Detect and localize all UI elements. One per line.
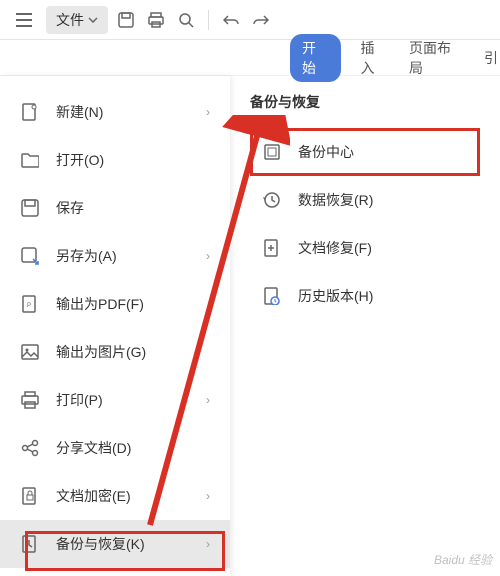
menu-label: 输出为图片(G) xyxy=(56,342,210,362)
file-menu-button[interactable]: 文件 xyxy=(46,6,108,34)
menu-label: 备份与恢复(K) xyxy=(56,534,190,554)
chevron-right-icon: › xyxy=(206,393,210,407)
workspace: 新建(N) › 打开(O) 保存 另存为(A) › P 输出为PDF(F) 输出… xyxy=(0,76,500,576)
submenu-data-recovery[interactable]: 数据恢复(R) xyxy=(250,176,480,224)
repair-icon xyxy=(262,238,282,258)
menu-new[interactable]: 新建(N) › xyxy=(0,88,230,136)
menu-share[interactable]: 分享文档(D) xyxy=(0,424,230,472)
menu-button[interactable] xyxy=(8,9,40,31)
pdf-icon: P xyxy=(20,294,40,314)
submenu-label: 文档修复(F) xyxy=(298,238,372,258)
save-as-icon xyxy=(20,246,40,266)
submenu-label: 历史版本(H) xyxy=(298,286,373,306)
lock-icon xyxy=(20,486,40,506)
chevron-right-icon: › xyxy=(206,489,210,503)
save-icon[interactable] xyxy=(114,8,138,32)
chevron-down-icon xyxy=(88,17,98,23)
tab-insert[interactable]: 插入 xyxy=(359,34,390,82)
new-icon xyxy=(20,102,40,122)
save-icon xyxy=(20,198,40,218)
image-icon xyxy=(20,342,40,362)
print-icon xyxy=(20,390,40,410)
undo-icon[interactable] xyxy=(219,8,243,32)
menu-label: 另存为(A) xyxy=(56,246,190,266)
submenu-history[interactable]: 历史版本(H) xyxy=(250,272,480,320)
menu-encrypt[interactable]: 文档加密(E) › xyxy=(0,472,230,520)
submenu-label: 备份中心 xyxy=(298,142,354,162)
backup-center-icon xyxy=(262,142,282,162)
tab-layout[interactable]: 页面布局 xyxy=(407,34,464,82)
menu-export-pdf[interactable]: P 输出为PDF(F) xyxy=(0,280,230,328)
backup-icon xyxy=(20,534,40,554)
submenu-backup: 备份与恢复 备份中心 数据恢复(R) 文档修复(F) 历史版本(H) xyxy=(230,76,500,576)
recovery-icon xyxy=(262,190,282,210)
menu-open[interactable]: 打开(O) xyxy=(0,136,230,184)
divider xyxy=(208,10,209,30)
watermark: Baidu 经验 xyxy=(434,551,492,568)
menu-label: 分享文档(D) xyxy=(56,438,210,458)
submenu-doc-repair[interactable]: 文档修复(F) xyxy=(250,224,480,272)
share-icon xyxy=(20,438,40,458)
history-icon xyxy=(262,286,282,306)
tab-start[interactable]: 开始 xyxy=(290,34,341,82)
file-label: 文件 xyxy=(56,10,84,30)
menu-label: 输出为PDF(F) xyxy=(56,294,210,314)
menu-save-as[interactable]: 另存为(A) › xyxy=(0,232,230,280)
file-menu: 新建(N) › 打开(O) 保存 另存为(A) › P 输出为PDF(F) 输出… xyxy=(0,76,230,576)
menu-export-image[interactable]: 输出为图片(G) xyxy=(0,328,230,376)
menu-save[interactable]: 保存 xyxy=(0,184,230,232)
menu-label: 新建(N) xyxy=(56,102,190,122)
menu-print[interactable]: 打印(P) › xyxy=(0,376,230,424)
folder-icon xyxy=(20,150,40,170)
tab-more[interactable]: 引 xyxy=(482,44,500,72)
svg-text:P: P xyxy=(27,303,31,309)
redo-icon[interactable] xyxy=(249,8,273,32)
print-icon[interactable] xyxy=(144,8,168,32)
menu-label: 保存 xyxy=(56,198,210,218)
submenu-backup-center[interactable]: 备份中心 xyxy=(250,128,480,176)
menu-label: 打印(P) xyxy=(56,390,190,410)
menu-label: 打开(O) xyxy=(56,150,210,170)
menu-backup-restore[interactable]: 备份与恢复(K) › xyxy=(0,520,230,568)
submenu-label: 数据恢复(R) xyxy=(298,190,373,210)
menu-label: 文档加密(E) xyxy=(56,486,190,506)
chevron-right-icon: › xyxy=(206,105,210,119)
preview-icon[interactable] xyxy=(174,8,198,32)
chevron-right-icon: › xyxy=(206,249,210,263)
chevron-right-icon: › xyxy=(206,537,210,551)
submenu-title: 备份与恢复 xyxy=(250,92,480,112)
ribbon-tabs: 开始 插入 页面布局 引 xyxy=(0,40,500,76)
